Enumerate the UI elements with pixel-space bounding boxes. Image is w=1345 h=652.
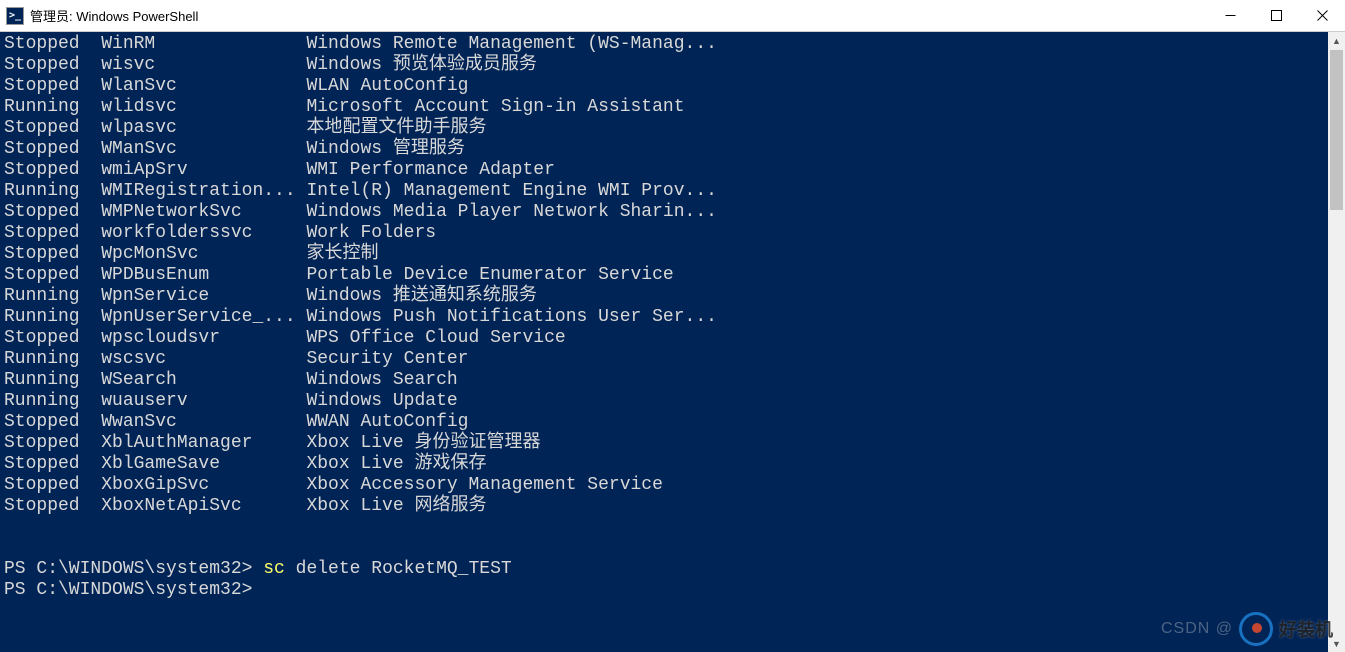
command: sc: [263, 559, 295, 580]
prompt-line[interactable]: PS C:\WINDOWS\system32>: [4, 580, 1324, 601]
scroll-thumb[interactable]: [1330, 50, 1343, 210]
prompt-line: PS C:\WINDOWS\system32> sc delete Rocket…: [4, 559, 1324, 580]
service-row: Stopped wmiApSrv WMI Performance Adapter: [4, 160, 1324, 181]
service-row: Stopped wpscloudsvr WPS Office Cloud Ser…: [4, 328, 1324, 349]
service-row: Stopped WlanSvc WLAN AutoConfig: [4, 76, 1324, 97]
window-titlebar: >_ 管理员: Windows PowerShell: [0, 0, 1345, 32]
prompt-prefix: PS C:\WINDOWS\system32>: [4, 559, 263, 580]
service-row: Running WMIRegistration... Intel(R) Mana…: [4, 181, 1324, 202]
vertical-scrollbar[interactable]: ▲ ▼: [1328, 32, 1345, 652]
service-row: Stopped XboxNetApiSvc Xbox Live 网络服务: [4, 496, 1324, 517]
service-row: Stopped workfolderssvc Work Folders: [4, 223, 1324, 244]
service-row: Stopped WPDBusEnum Portable Device Enume…: [4, 265, 1324, 286]
close-button[interactable]: [1299, 0, 1345, 31]
prompt-prefix: PS C:\WINDOWS\system32>: [4, 580, 263, 601]
service-row: Stopped WwanSvc WWAN AutoConfig: [4, 412, 1324, 433]
service-row: Stopped WManSvc Windows 管理服务: [4, 139, 1324, 160]
maximize-button[interactable]: [1253, 0, 1299, 31]
watermark-csdn: CSDN @: [1161, 620, 1233, 638]
minimize-button[interactable]: [1207, 0, 1253, 31]
service-row: Stopped XboxGipSvc Xbox Accessory Manage…: [4, 475, 1324, 496]
watermark-brand: 好装机: [1279, 616, 1333, 642]
service-row: Running wuauserv Windows Update: [4, 391, 1324, 412]
service-row: Stopped XblGameSave Xbox Live 游戏保存: [4, 454, 1324, 475]
terminal-output[interactable]: Stopped WinRM Windows Remote Management …: [0, 32, 1328, 652]
watermark: CSDN @ 好装机: [1161, 612, 1333, 646]
service-row: Running WpnUserService_... Windows Push …: [4, 307, 1324, 328]
command-args: delete RocketMQ_TEST: [296, 559, 512, 580]
service-row: Stopped WMPNetworkSvc Windows Media Play…: [4, 202, 1324, 223]
service-row: Stopped WpcMonSvc 家长控制: [4, 244, 1324, 265]
service-row: Stopped wlpasvc 本地配置文件助手服务: [4, 118, 1324, 139]
service-row: Stopped WinRM Windows Remote Management …: [4, 34, 1324, 55]
service-row: Running wlidsvc Microsoft Account Sign-i…: [4, 97, 1324, 118]
service-row: Stopped XblAuthManager Xbox Live 身份验证管理器: [4, 433, 1324, 454]
service-row: Running WpnService Windows 推送通知系统服务: [4, 286, 1324, 307]
scroll-up-arrow[interactable]: ▲: [1328, 32, 1345, 49]
service-row: Running wscsvc Security Center: [4, 349, 1324, 370]
powershell-icon: >_: [6, 7, 24, 25]
service-row: Running WSearch Windows Search: [4, 370, 1324, 391]
service-row: Stopped wisvc Windows 预览体验成员服务: [4, 55, 1324, 76]
watermark-logo-icon: [1239, 612, 1273, 646]
window-title: 管理员: Windows PowerShell: [30, 6, 198, 25]
